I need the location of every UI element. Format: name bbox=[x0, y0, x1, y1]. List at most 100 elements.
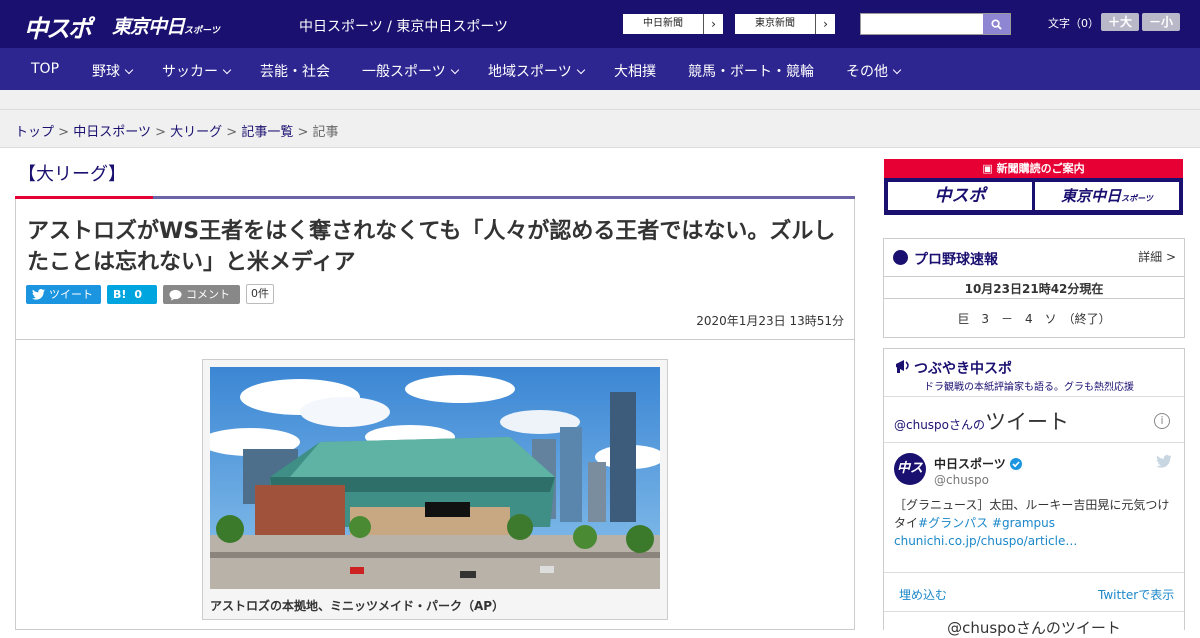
hatena-icon: B! bbox=[113, 288, 127, 301]
subscribe-tokyo-text: 東京中日 bbox=[1061, 187, 1122, 205]
breadcrumb-separator: > bbox=[155, 125, 166, 140]
divider bbox=[884, 396, 1184, 397]
breadcrumb-current: 記事 bbox=[312, 125, 339, 140]
breadcrumb: トップ > 中日スポーツ > 大リーグ > 記事一覧 > 記事 bbox=[15, 121, 339, 140]
nav-item-entertainment[interactable]: 芸能・社会 bbox=[260, 61, 330, 81]
tweet-author-handle[interactable]: @chuspo bbox=[934, 473, 989, 487]
baseball-score[interactable]: 巨 3 － 4 ソ （終了） bbox=[884, 310, 1184, 327]
divider bbox=[884, 298, 1184, 299]
tokyo-chunichi-logo-text: 東京中日 bbox=[112, 16, 185, 38]
tweet-link[interactable]: chunichi.co.jp/chuspo/article… bbox=[894, 534, 1077, 548]
chunichi-shimbun-link-label: 中日新聞 bbox=[643, 18, 683, 29]
breadcrumb-article-list[interactable]: 記事一覧 bbox=[241, 125, 293, 140]
breadcrumb-separator: > bbox=[226, 125, 238, 140]
twitter-head-big: ツイート bbox=[985, 410, 1070, 434]
divider bbox=[884, 611, 1184, 612]
subscribe-title-text: 新聞購読のご案内 bbox=[996, 162, 1085, 175]
baseball-detail-link[interactable]: 詳細 > bbox=[1138, 248, 1176, 265]
nav-item-other[interactable]: その他 bbox=[846, 61, 902, 81]
search-box bbox=[860, 13, 1011, 35]
article-date: 2020年1月23日 13時51分 bbox=[696, 314, 844, 328]
subscribe-buttons: 中スポ 東京中日スポーツ bbox=[884, 178, 1183, 215]
twitter-handle-head: @chuspoさんの bbox=[894, 418, 986, 432]
tweet-label: ツイート bbox=[49, 288, 93, 301]
chevron-down-icon bbox=[124, 65, 134, 75]
main-nav: TOP 野球 サッカー 芸能・社会 一般スポーツ 地域スポーツ 大相撲 競馬・ボ… bbox=[0, 48, 1200, 90]
search-button[interactable] bbox=[983, 14, 1010, 34]
tweet-author-name[interactable]: 中日スポーツ bbox=[934, 455, 1022, 472]
breadcrumb-separator: > bbox=[58, 125, 70, 140]
nav-label: 大相撲 bbox=[614, 64, 656, 80]
nav-item-general-sports[interactable]: 一般スポーツ bbox=[362, 61, 459, 81]
sub-bar bbox=[0, 90, 1200, 110]
more-tweets-link[interactable]: @chuspoさんのツイート bbox=[884, 617, 1184, 638]
baseball-time: 10月23日21時42分現在 bbox=[964, 282, 1104, 296]
site-title[interactable]: 中日スポーツ / 東京中日スポーツ bbox=[299, 16, 508, 36]
tweet-hashtag[interactable]: #grampus bbox=[992, 516, 1055, 530]
nav-item-regional-sports[interactable]: 地域スポーツ bbox=[488, 61, 585, 81]
nav-label: 一般スポーツ bbox=[362, 64, 446, 80]
search-input[interactable] bbox=[861, 14, 983, 34]
comment-count: 0件 bbox=[246, 284, 274, 304]
chevron-down-icon bbox=[892, 65, 902, 75]
article-figure: アストロズの本拠地、ミニッツメイド・パーク（AP） bbox=[202, 359, 668, 620]
chunichi-shimbun-link[interactable]: 中日新聞 › bbox=[622, 13, 724, 35]
tweet-hashtag[interactable]: #グランパス bbox=[918, 516, 988, 530]
tokyo-shimbun-link[interactable]: 東京新聞 › bbox=[734, 13, 836, 35]
chevron-right-icon: › bbox=[703, 14, 723, 34]
stadium-photo[interactable] bbox=[210, 367, 660, 589]
subscribe-tokyo-button[interactable]: 東京中日スポーツ bbox=[1035, 182, 1179, 210]
breadcrumb-top[interactable]: トップ bbox=[15, 125, 54, 140]
info-icon[interactable]: i bbox=[1154, 413, 1170, 429]
tweet-author-name-text: 中日スポーツ bbox=[934, 457, 1006, 471]
breadcrumb-chunichi-sports[interactable]: 中日スポーツ bbox=[73, 125, 151, 140]
verified-badge-icon bbox=[1009, 458, 1022, 470]
subscribe-banner: ▣ 新聞購読のご案内 中スポ 東京中日スポーツ bbox=[884, 159, 1183, 215]
nav-item-racing[interactable]: 競馬・ボート・競輪 bbox=[688, 61, 814, 81]
tokyo-shimbun-link-label: 東京新聞 bbox=[755, 18, 795, 29]
breadcrumb-separator: > bbox=[297, 125, 309, 140]
font-size-label: 文字（0） bbox=[1048, 17, 1099, 30]
photo-caption: アストロズの本拠地、ミニッツメイド・パーク（AP） bbox=[210, 599, 505, 613]
nav-item-soccer[interactable]: サッカー bbox=[162, 61, 232, 81]
font-larger-button[interactable]: ＋大 bbox=[1101, 13, 1139, 31]
subscribe-chuspo-button[interactable]: 中スポ bbox=[888, 182, 1032, 210]
divider bbox=[15, 339, 855, 340]
subscribe-title: ▣ 新聞購読のご案内 bbox=[884, 159, 1183, 178]
search-icon bbox=[991, 18, 1002, 30]
breadcrumb-mlb[interactable]: 大リーグ bbox=[170, 125, 222, 140]
tweet-text: ［グラニュース］太田、ルーキー吉田晃に元気つけタイ#グランパス #grampus… bbox=[894, 496, 1174, 550]
nav-label: 芸能・社会 bbox=[260, 64, 330, 80]
chuspo-logo[interactable]: 中スポ bbox=[24, 9, 92, 44]
tokyo-chunichi-logo-small: スポーツ bbox=[184, 26, 220, 36]
tsubuyaki-title: つぶやき中スポ bbox=[914, 361, 1012, 377]
subscribe-tokyo-small: スポーツ bbox=[1121, 194, 1153, 203]
hatena-bookmark-button[interactable]: B! 0 bbox=[107, 285, 157, 304]
nav-item-top[interactable]: TOP bbox=[31, 61, 59, 77]
nav-item-baseball[interactable]: 野球 bbox=[92, 61, 134, 81]
baseball-icon bbox=[893, 250, 908, 265]
nav-label: その他 bbox=[846, 64, 888, 80]
avatar[interactable]: 中スポ bbox=[894, 453, 926, 508]
chevron-down-icon bbox=[222, 65, 232, 75]
nav-label: 競馬・ボート・競輪 bbox=[688, 64, 814, 80]
tweet-button[interactable]: ツイート bbox=[26, 285, 101, 304]
article-category[interactable]: 【大リーグ】 bbox=[18, 160, 126, 186]
twitter-bird-icon[interactable] bbox=[1156, 455, 1172, 468]
hatena-count: 0 bbox=[134, 288, 143, 301]
nav-item-sumo[interactable]: 大相撲 bbox=[614, 61, 656, 81]
baseball-title: プロ野球速報 bbox=[914, 252, 998, 268]
nav-label: サッカー bbox=[162, 64, 218, 80]
chevron-down-icon bbox=[576, 65, 585, 75]
embed-link[interactable]: 埋め込む bbox=[899, 586, 947, 603]
tsubuyaki-subtitle: ドラ観戦の本紙評論家も語る。グラも熱烈応援 bbox=[924, 382, 1134, 393]
font-smaller-button[interactable]: －小 bbox=[1142, 13, 1180, 31]
chevron-down-icon bbox=[450, 65, 459, 75]
comment-button[interactable]: コメント bbox=[163, 285, 240, 304]
megaphone-icon bbox=[896, 360, 909, 373]
chevron-right-icon: › bbox=[815, 14, 835, 34]
twitter-bird-icon bbox=[32, 289, 45, 300]
view-on-twitter-link[interactable]: Twitterで表示 bbox=[1098, 586, 1174, 603]
divider bbox=[884, 276, 1184, 277]
tokyo-chunichi-logo[interactable]: 東京中日スポーツ bbox=[112, 12, 220, 39]
